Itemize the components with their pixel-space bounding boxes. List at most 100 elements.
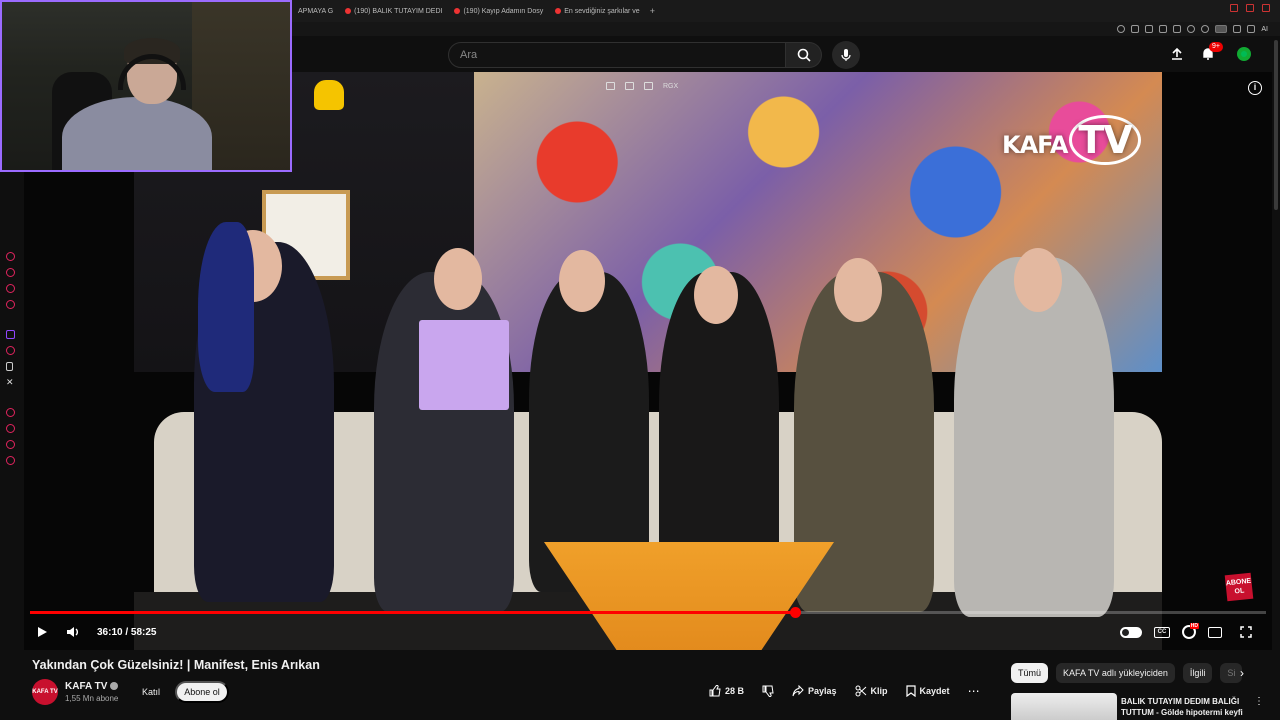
vpn-icon[interactable] [1201, 25, 1210, 33]
chevron-right-icon[interactable]: › [1240, 666, 1254, 680]
play-icon[interactable] [1173, 25, 1182, 33]
chip-related[interactable]: İlgili [1182, 663, 1213, 683]
channel-avatar[interactable]: KAFA TV [32, 679, 58, 705]
social-icon[interactable] [6, 408, 15, 417]
social-icon[interactable] [6, 300, 15, 309]
person-face [1014, 248, 1062, 312]
browser-tab[interactable]: (190) Kayıp Adamın Dosy [448, 8, 549, 15]
recommendation-more-button[interactable]: ⋮ [1254, 696, 1264, 707]
social-icon[interactable] [6, 268, 15, 277]
volume-icon [67, 627, 78, 637]
ai-label[interactable]: AI [1261, 26, 1268, 33]
clip-button[interactable]: Klip [846, 680, 897, 702]
player-controls: 36:10 / 58:25 CC HD [24, 620, 1272, 644]
hd-badge: HD [1189, 623, 1199, 629]
search-input[interactable] [449, 43, 785, 67]
upload-icon [1172, 47, 1182, 60]
social-icon[interactable] [6, 424, 15, 433]
window-controls [1230, 4, 1270, 12]
chip-from-uploader[interactable]: KAFA TV adlı yükleyiciden [1056, 663, 1175, 683]
extension-icons: AI [1117, 22, 1268, 36]
person-face [694, 266, 738, 324]
avatar-icon [1237, 47, 1251, 61]
chip-all[interactable]: Tümü [1011, 663, 1049, 683]
share-icon [792, 685, 804, 697]
like-button[interactable]: 28 B [700, 680, 753, 702]
voice-search-button[interactable] [832, 41, 860, 69]
player-controls-right: CC HD [1120, 620, 1258, 644]
tiktok-icon[interactable] [6, 362, 13, 371]
account-avatar[interactable] [1235, 45, 1253, 63]
fullscreen-icon [1240, 626, 1252, 638]
dislike-button[interactable] [753, 680, 783, 702]
browser-tab[interactable]: APMAYA G [292, 8, 339, 15]
like-count: 28 B [725, 686, 745, 696]
minimize-button[interactable] [1230, 4, 1238, 12]
channel-name[interactable]: KAFA TV [65, 681, 119, 692]
settings-button[interactable]: HD [1182, 623, 1199, 639]
copy-icon[interactable] [1131, 25, 1140, 33]
rgx-label[interactable]: RGX [663, 83, 678, 90]
recommendation-chips: Tümü KAFA TV adlı yükleyiciden İlgili Si [1011, 663, 1243, 683]
save-label: Kaydet [919, 686, 950, 696]
social-icon[interactable] [6, 456, 15, 465]
notification-badge: 9+ [1209, 42, 1223, 52]
instagram-icon[interactable] [6, 346, 15, 355]
download-icon[interactable] [1233, 25, 1242, 33]
popout-icon[interactable] [606, 82, 615, 90]
subscribe-button[interactable]: Abone ol [175, 681, 229, 703]
search-button[interactable] [786, 42, 822, 68]
autoplay-toggle[interactable] [1120, 626, 1142, 638]
recommendation-title[interactable]: BALIK TUTAYIM DEDIM BALIĞI TUTTUM - Göld… [1121, 696, 1251, 718]
twitch-icon[interactable] [6, 330, 15, 339]
tab-label: APMAYA G [298, 7, 334, 15]
video-actions: 28 B Paylaş Klip Kaydet ⋯ [700, 680, 985, 702]
fullscreen-button[interactable] [1234, 620, 1258, 644]
channel-watermark: KAFA TV [1002, 115, 1141, 165]
person-face [434, 248, 482, 310]
thumbs-up-icon [709, 685, 721, 697]
notifications-button[interactable]: 9+ [1199, 42, 1223, 63]
share-button[interactable]: Paylaş [783, 680, 846, 702]
volume-button[interactable] [61, 620, 85, 644]
heart-icon[interactable] [1187, 25, 1196, 33]
play-button[interactable] [30, 620, 54, 644]
x-icon[interactable]: ✕ [6, 378, 15, 387]
youtube-icon [345, 8, 352, 14]
theater-mode-button[interactable] [1208, 626, 1222, 638]
microphone-icon [841, 49, 851, 61]
social-icon[interactable] [6, 252, 15, 261]
browser-tab[interactable]: (190) BALIK TUTAYIM DEDI [339, 8, 448, 15]
youtube-icon [454, 8, 461, 14]
zoom-icon[interactable] [1117, 25, 1126, 33]
social-icon[interactable] [6, 440, 15, 449]
tab-label: En sevdiğiniz şarkılar ve [564, 7, 640, 15]
recommendation-thumbnail[interactable] [1011, 693, 1117, 720]
pacman-decoration [314, 80, 344, 110]
new-tab-button[interactable]: + [646, 6, 659, 16]
screenshot-icon[interactable] [1145, 25, 1154, 33]
thumbs-down-icon [762, 685, 774, 697]
social-icon[interactable] [6, 284, 15, 293]
ai-icon[interactable] [1247, 25, 1256, 33]
join-button[interactable]: Katıl [135, 681, 167, 703]
save-button[interactable]: Kaydet [897, 680, 959, 702]
page-scrollbar[interactable] [1274, 40, 1278, 210]
browser-tab[interactable]: En sevdiğiniz şarkılar ve [549, 8, 645, 15]
channel-name-text: KAFA TV [65, 681, 108, 692]
progress-scrubber[interactable] [790, 607, 802, 618]
webcam-overlay [0, 0, 292, 172]
close-button[interactable] [1262, 4, 1270, 12]
skip-icon[interactable] [644, 82, 653, 90]
bookmark-icon [905, 685, 916, 697]
watermark-text: KAFA [1002, 131, 1068, 159]
profile-icon[interactable] [1215, 25, 1228, 33]
maximize-button[interactable] [1246, 4, 1254, 12]
progress-bar[interactable] [30, 607, 1266, 618]
info-icon[interactable]: i [1248, 81, 1262, 95]
more-actions-button[interactable]: ⋯ [963, 680, 985, 702]
shield-icon[interactable] [1159, 25, 1168, 33]
subtitles-button[interactable]: CC [1154, 626, 1170, 638]
enter-icon[interactable] [625, 82, 634, 90]
upload-button[interactable] [1168, 45, 1186, 63]
